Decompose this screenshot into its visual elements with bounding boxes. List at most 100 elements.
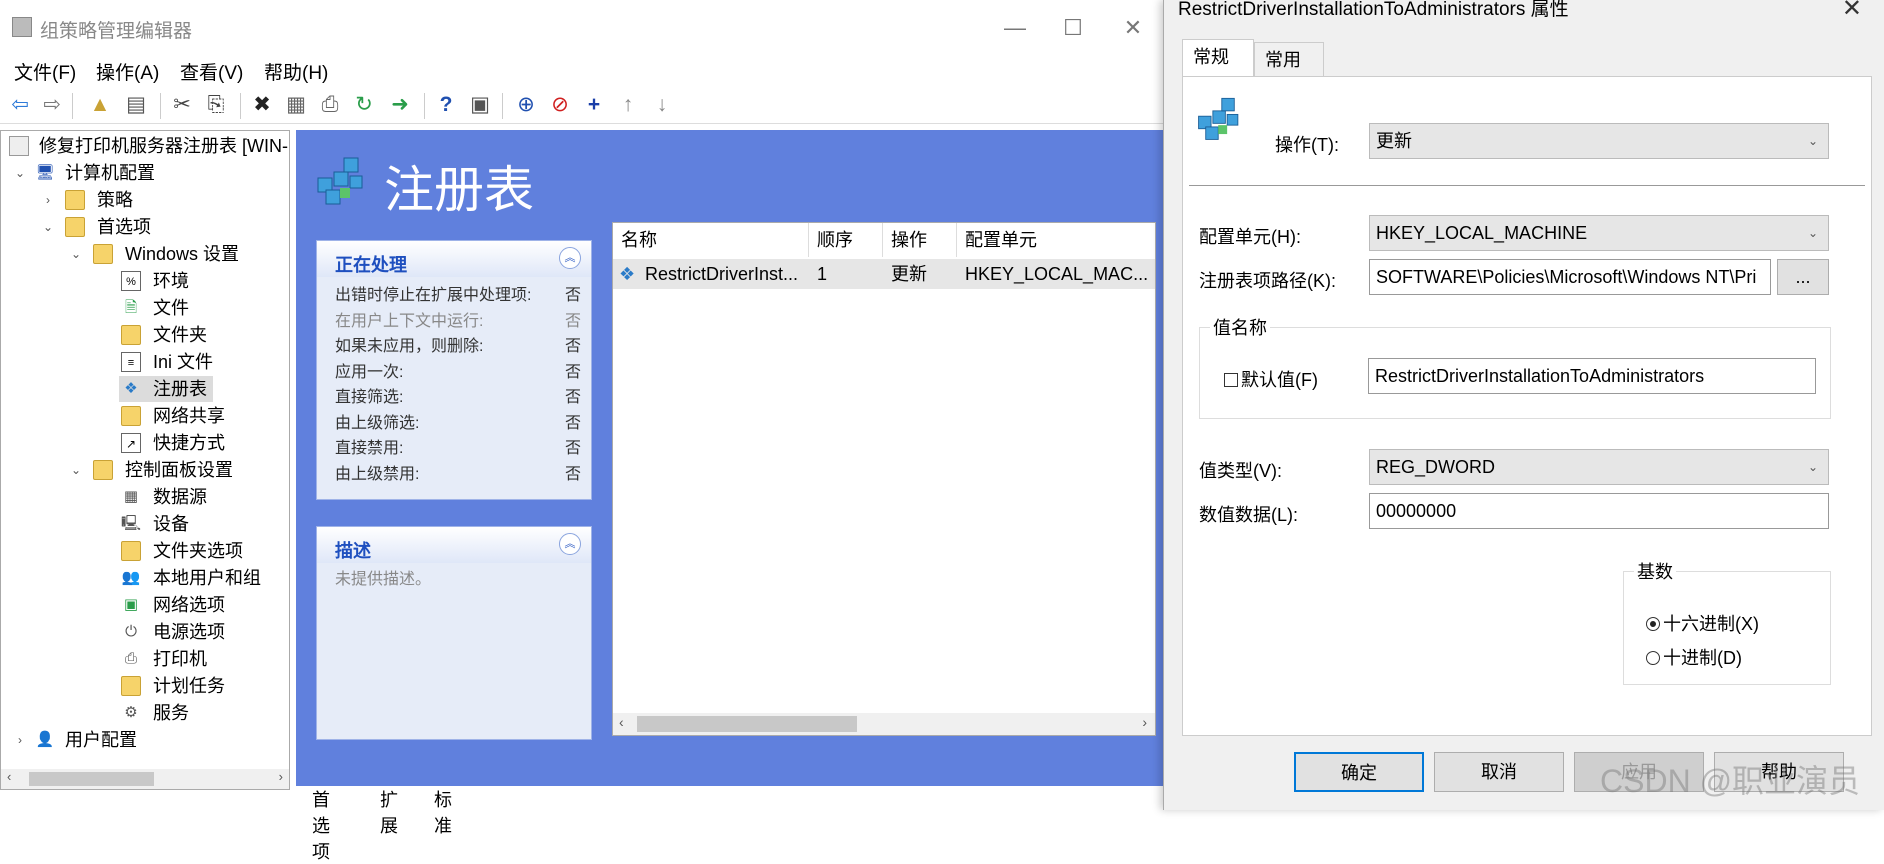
refresh-icon[interactable]: ↻ (350, 91, 378, 119)
column-action[interactable]: 操作 (883, 223, 957, 257)
tree-shortcuts[interactable]: ↗ 快捷方式 (121, 430, 225, 456)
tab-standard[interactable]: 标准 (434, 786, 452, 838)
tab-extended[interactable]: 扩展 (380, 786, 398, 838)
console-icon[interactable]: ▣ (466, 91, 494, 119)
tree-network-options[interactable]: ▣ 网络选项 (121, 592, 225, 618)
add-icon[interactable]: + (580, 91, 608, 119)
computer-icon: 🖥 (35, 164, 55, 181)
copy-icon[interactable]: ⎘ (202, 91, 230, 119)
collapse-chevron-icon[interactable]: ︽ (559, 533, 581, 555)
radio-decimal[interactable]: 十进制(D) (1646, 644, 1742, 670)
tree-policies[interactable]: 策略 (65, 187, 133, 213)
close-icon[interactable]: ✕ (1842, 0, 1862, 23)
value-name-field[interactable]: RestrictDriverInstallationToAdministrato… (1368, 358, 1816, 394)
tree-windows-settings[interactable]: Windows 设置 (93, 241, 239, 267)
scroll-left-icon[interactable]: ‹ (619, 714, 624, 730)
radio-icon (1646, 651, 1660, 665)
tree-control-panel[interactable]: 控制面板设置 (93, 457, 233, 483)
tree-user-config[interactable]: 👤 用户配置 (35, 727, 137, 753)
scroll-right-icon[interactable]: › (1142, 714, 1147, 730)
value-type-label: 值类型(V): (1199, 461, 1282, 481)
tree-folders[interactable]: 文件夹 (121, 322, 207, 348)
tree-files[interactable]: 🗎 文件 (121, 295, 189, 321)
tree-services[interactable]: ⚙ 服务 (121, 700, 189, 726)
user-icon: 👤 (35, 731, 55, 748)
tree-registry[interactable]: ❖ 注册表 (119, 376, 213, 402)
stop-icon[interactable]: ⊘ (546, 91, 574, 119)
tab-common[interactable]: 常用 (1254, 42, 1324, 78)
new-item-icon[interactable]: ⊕ (512, 91, 540, 119)
help-icon[interactable]: ? (432, 91, 460, 119)
menu-view[interactable]: 查看(V) (180, 58, 243, 85)
maximize-button[interactable]: ☐ (1058, 14, 1088, 44)
scroll-right-icon[interactable]: › (279, 769, 283, 784)
delete-icon[interactable]: ✖ (248, 91, 276, 119)
close-button[interactable]: ✕ (1118, 14, 1148, 44)
expand-chevron-icon[interactable]: ⌄ (69, 241, 83, 267)
tree-power-options[interactable]: ⏻ 电源选项 (121, 619, 225, 645)
tree-folder-options[interactable]: 文件夹选项 (121, 538, 243, 564)
column-hive[interactable]: 配置单元 (957, 223, 1155, 257)
scroll-left-icon[interactable]: ‹ (7, 769, 11, 784)
forward-icon[interactable]: ⇨ (38, 91, 66, 119)
value-data-field[interactable]: 00000000 (1369, 493, 1829, 529)
environment-icon: % (121, 271, 141, 291)
collapse-chevron-icon[interactable]: › (13, 727, 27, 753)
move-up-icon[interactable]: ↑ (614, 91, 642, 119)
tree-scheduled-tasks[interactable]: 计划任务 (121, 673, 225, 699)
processing-row: 直接筛选: 否 (335, 389, 581, 406)
tree-network-shares[interactable]: 网络共享 (121, 403, 225, 429)
tree-ini-files[interactable]: ≡ Ini 文件 (121, 349, 213, 375)
expand-chevron-icon[interactable]: ⌄ (69, 457, 83, 483)
export-icon[interactable]: ➜ (386, 91, 414, 119)
key-path-field[interactable]: SOFTWARE\Policies\Microsoft\Windows NT\P… (1369, 259, 1771, 295)
tree-environment[interactable]: % 环境 (121, 268, 189, 294)
move-down-icon[interactable]: ↓ (648, 91, 676, 119)
expand-chevron-icon[interactable]: ⌄ (41, 214, 55, 240)
scroll-thumb[interactable] (29, 772, 154, 786)
tree-computer-config[interactable]: 🖥 计算机配置 (35, 160, 155, 186)
tab-preferences[interactable]: 首选项 (310, 786, 332, 864)
shortcut-icon: ↗ (121, 433, 141, 453)
divider (1189, 185, 1865, 186)
column-order[interactable]: 顺序 (809, 223, 883, 257)
tree-printers[interactable]: ⎙ 打印机 (121, 646, 207, 672)
show-hide-tree-icon[interactable]: ▤ (122, 91, 150, 119)
ok-button[interactable]: 确定 (1294, 752, 1424, 792)
tree-data-sources[interactable]: ▦ 数据源 (121, 484, 207, 510)
tree-root[interactable]: 修复打印机服务器注册表 [WIN- (9, 133, 288, 159)
tree-horizontal-scrollbar[interactable]: ‹ › (1, 769, 289, 789)
properties-icon[interactable]: ▦ (282, 91, 310, 119)
hive-select[interactable]: HKEY_LOCAL_MACHINE ⌄ (1369, 215, 1829, 251)
tree-devices[interactable]: 🖳 设备 (121, 511, 189, 537)
cancel-button[interactable]: 取消 (1434, 752, 1564, 792)
tree-local-users[interactable]: 👥 本地用户和组 (121, 565, 261, 591)
services-gear-icon: ⚙ (124, 704, 138, 721)
back-icon[interactable]: ⇦ (6, 91, 34, 119)
column-name[interactable]: 名称 (613, 223, 809, 257)
cut-icon[interactable]: ✂ (168, 91, 196, 119)
tab-general[interactable]: 常规 (1182, 39, 1254, 79)
expand-chevron-icon[interactable]: ⌄ (13, 160, 27, 186)
action-select[interactable]: 更新 ⌄ (1369, 123, 1829, 159)
menu-help[interactable]: 帮助(H) (264, 58, 328, 85)
collapse-chevron-icon[interactable]: › (41, 187, 55, 213)
collapse-chevron-icon[interactable]: ︽ (559, 247, 581, 269)
minimize-button[interactable]: — (1000, 14, 1030, 44)
default-value-checkbox[interactable]: 默认值(F) (1224, 366, 1318, 392)
print-icon[interactable]: ⎙ (316, 91, 344, 119)
up-folder-icon[interactable]: ▲ (86, 91, 114, 119)
tree-preferences[interactable]: 首选项 (65, 214, 151, 240)
browse-button[interactable]: ... (1777, 259, 1829, 295)
scroll-thumb[interactable] (637, 716, 857, 732)
description-text: 未提供描述。 (335, 571, 432, 588)
radio-hex[interactable]: 十六进制(X) (1646, 610, 1759, 636)
action-label: 操作(T): (1275, 135, 1339, 155)
list-horizontal-scrollbar[interactable]: ‹ › (613, 713, 1155, 735)
menu-file[interactable]: 文件(F) (14, 58, 76, 85)
menu-action[interactable]: 操作(A) (96, 58, 159, 85)
list-item[interactable]: ❖ RestrictDriverInst... 1 更新 HKEY_LOCAL_… (613, 259, 1155, 289)
value-type-select[interactable]: REG_DWORD ⌄ (1369, 449, 1829, 485)
folder-icon (65, 190, 85, 210)
general-tab-panel: 操作(T): 更新 ⌄ 配置单元(H): HKEY_LOCAL_MACHINE … (1182, 76, 1872, 736)
